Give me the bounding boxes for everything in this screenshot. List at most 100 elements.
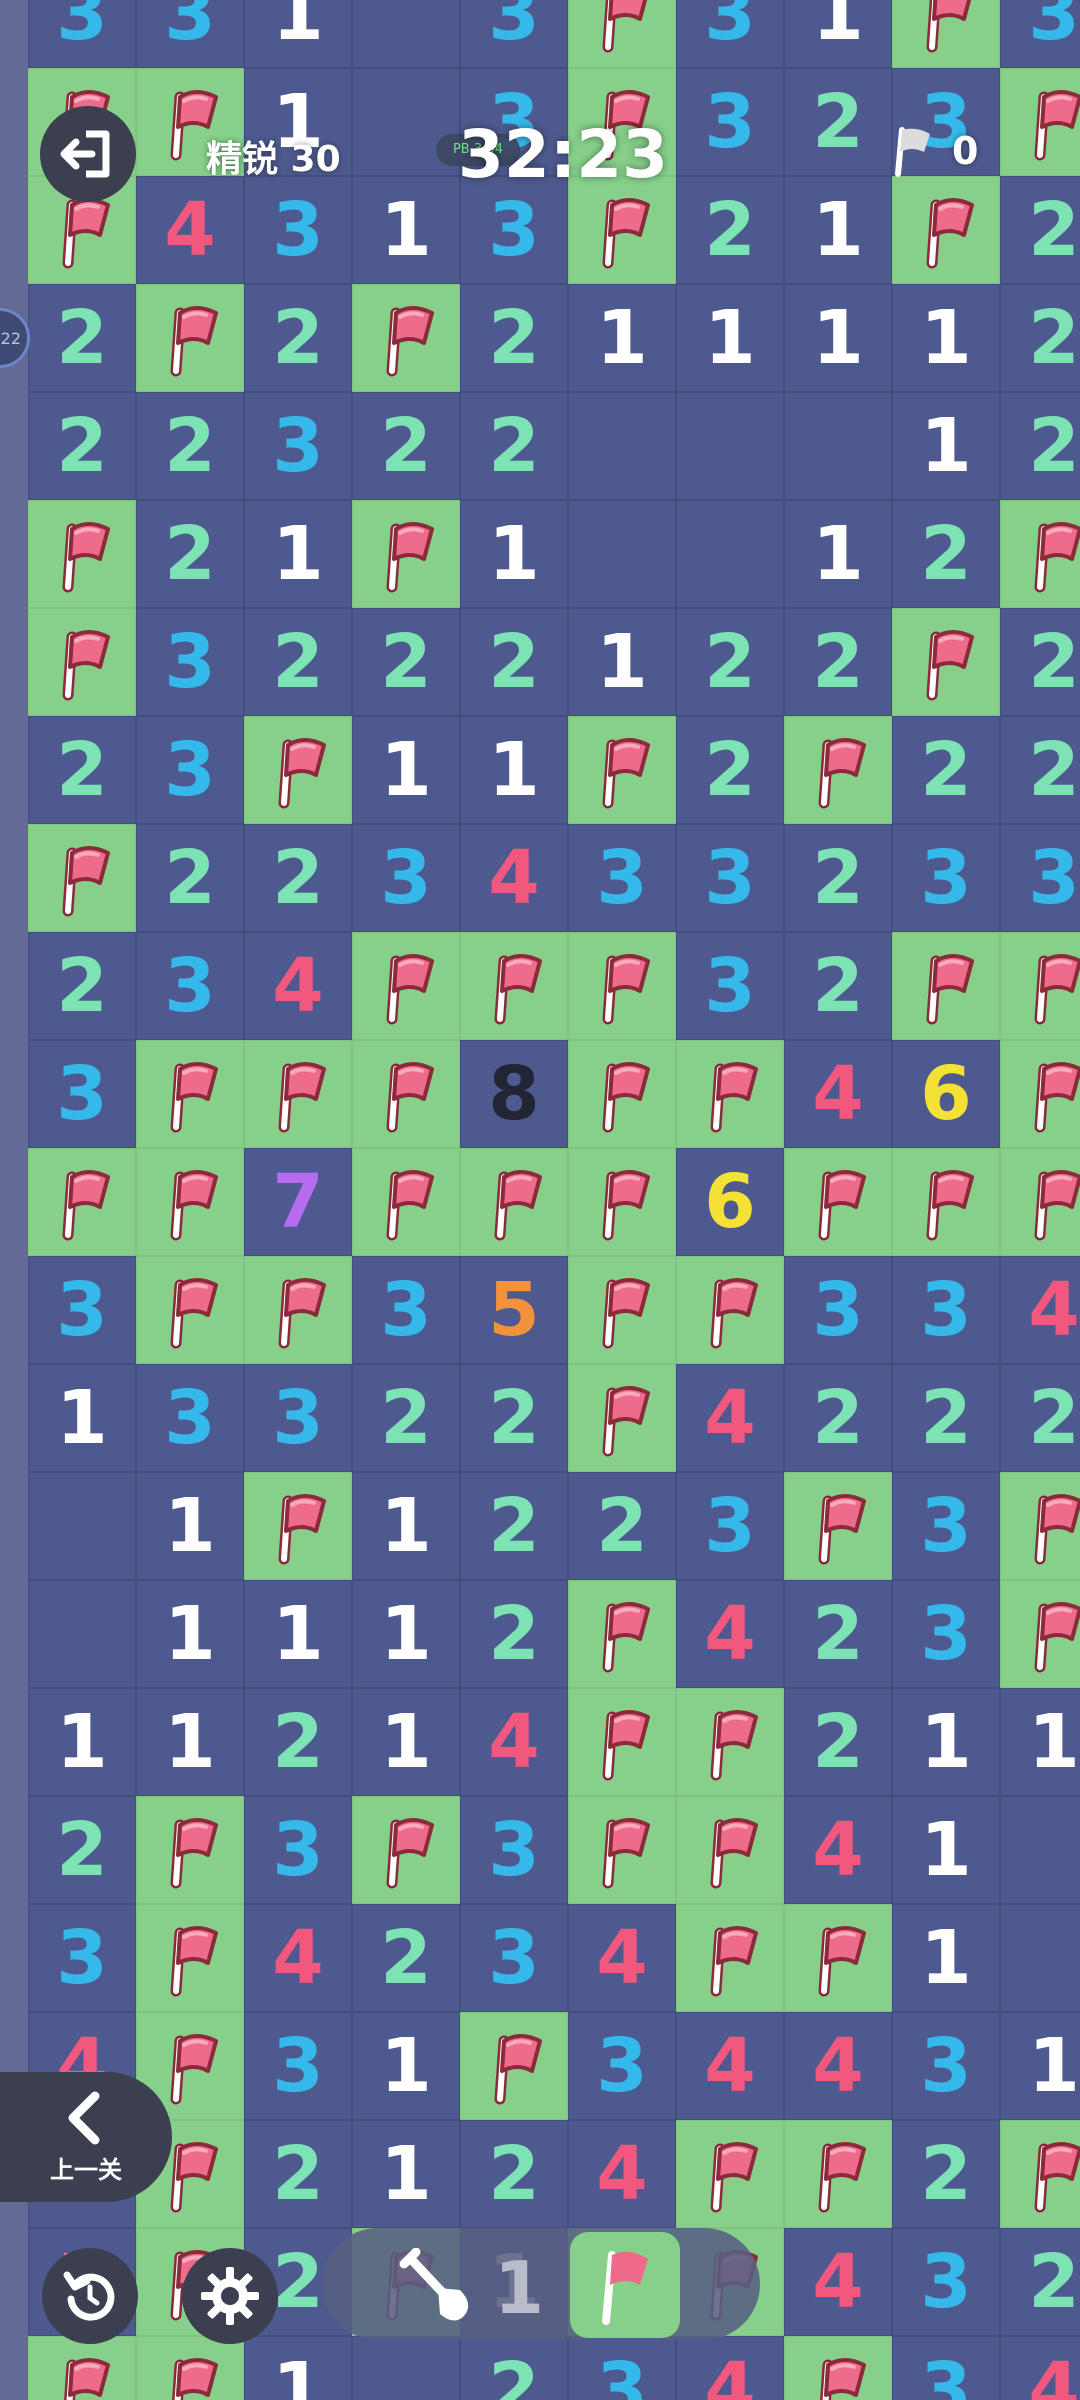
empty-cell[interactable] xyxy=(352,2336,460,2400)
flagged-cell[interactable] xyxy=(784,716,892,824)
flagged-cell[interactable] xyxy=(460,2012,568,2120)
prev-level-button[interactable]: 上一关 xyxy=(0,2072,172,2202)
flagged-cell[interactable] xyxy=(676,1256,784,1364)
flagged-cell[interactable] xyxy=(28,608,136,716)
number-cell[interactable]: 2 xyxy=(1000,2228,1080,2336)
flagged-cell[interactable] xyxy=(1000,1472,1080,1580)
number-cell[interactable]: 1 xyxy=(136,1580,244,1688)
number-cell[interactable]: 3 xyxy=(568,824,676,932)
number-cell[interactable]: 4 xyxy=(784,1040,892,1148)
number-cell[interactable]: 3 xyxy=(892,2228,1000,2336)
number-cell[interactable]: 1 xyxy=(784,284,892,392)
number-cell[interactable]: 2 xyxy=(28,932,136,1040)
number-cell[interactable]: 2 xyxy=(244,284,352,392)
number-cell[interactable]: 4 xyxy=(676,1364,784,1472)
number-cell[interactable]: 3 xyxy=(244,392,352,500)
number-cell[interactable]: 3 xyxy=(892,2012,1000,2120)
number-cell[interactable]: 2 xyxy=(1000,176,1080,284)
flagged-cell[interactable] xyxy=(676,2120,784,2228)
flagged-cell[interactable] xyxy=(352,1040,460,1148)
flagged-cell[interactable] xyxy=(568,1796,676,1904)
number-cell[interactable]: 2 xyxy=(352,1364,460,1472)
number-cell[interactable]: 2 xyxy=(1000,716,1080,824)
empty-cell[interactable] xyxy=(28,1472,136,1580)
number-cell[interactable]: 2 xyxy=(892,2120,1000,2228)
number-cell[interactable]: 2 xyxy=(892,716,1000,824)
flagged-cell[interactable] xyxy=(784,2336,892,2400)
flagged-cell[interactable] xyxy=(676,1796,784,1904)
number-cell[interactable]: 2 xyxy=(460,1364,568,1472)
flagged-cell[interactable] xyxy=(136,284,244,392)
number-cell[interactable]: 3 xyxy=(784,1256,892,1364)
number-cell[interactable]: 2 xyxy=(460,1472,568,1580)
number-cell[interactable]: 2 xyxy=(352,1904,460,2012)
flagged-cell[interactable] xyxy=(352,500,460,608)
number-cell[interactable]: 1 xyxy=(784,0,892,68)
number-cell[interactable]: 3 xyxy=(136,932,244,1040)
number-cell[interactable]: 2 xyxy=(460,608,568,716)
flagged-cell[interactable] xyxy=(892,608,1000,716)
flagged-cell[interactable] xyxy=(244,716,352,824)
number-cell[interactable]: 1 xyxy=(676,284,784,392)
number-cell[interactable]: 3 xyxy=(28,1040,136,1148)
number-cell[interactable]: 2 xyxy=(784,932,892,1040)
number-cell[interactable]: 2 xyxy=(784,1688,892,1796)
flagged-cell[interactable] xyxy=(784,1148,892,1256)
number-cell[interactable]: 2 xyxy=(676,608,784,716)
number-cell[interactable]: 3 xyxy=(136,0,244,68)
number-cell[interactable]: 2 xyxy=(244,1688,352,1796)
number-cell[interactable]: 4 xyxy=(460,1688,568,1796)
number-cell[interactable]: 1 xyxy=(892,392,1000,500)
number-cell[interactable]: 2 xyxy=(460,2120,568,2228)
number-cell[interactable]: 2 xyxy=(784,824,892,932)
number-cell[interactable]: 1 xyxy=(28,1364,136,1472)
number-cell[interactable]: 2 xyxy=(244,608,352,716)
empty-cell[interactable] xyxy=(28,1580,136,1688)
number-cell[interactable]: 1 xyxy=(1000,2012,1080,2120)
number-cell[interactable]: 4 xyxy=(784,2012,892,2120)
flagged-cell[interactable] xyxy=(568,1040,676,1148)
number-cell[interactable]: 1 xyxy=(352,2120,460,2228)
flagged-cell[interactable] xyxy=(568,716,676,824)
number-cell[interactable]: 1 xyxy=(568,284,676,392)
number-cell[interactable]: 2 xyxy=(568,1472,676,1580)
flagged-cell[interactable] xyxy=(460,932,568,1040)
number-cell[interactable]: 1 xyxy=(352,2012,460,2120)
number-cell[interactable]: 1 xyxy=(244,1580,352,1688)
number-cell[interactable]: 2 xyxy=(244,2120,352,2228)
number-cell[interactable]: 2 xyxy=(1000,284,1080,392)
number-cell[interactable]: 2 xyxy=(136,392,244,500)
flagged-cell[interactable] xyxy=(352,1796,460,1904)
flagged-cell[interactable] xyxy=(136,1256,244,1364)
number-cell[interactable]: 2 xyxy=(676,716,784,824)
flagged-cell[interactable] xyxy=(352,932,460,1040)
empty-cell[interactable] xyxy=(1000,1796,1080,1904)
flagged-cell[interactable] xyxy=(676,1688,784,1796)
empty-cell[interactable] xyxy=(352,0,460,68)
flagged-cell[interactable] xyxy=(784,1904,892,2012)
flagged-cell[interactable] xyxy=(568,932,676,1040)
number-cell[interactable]: 2 xyxy=(28,716,136,824)
flagged-cell[interactable] xyxy=(244,1256,352,1364)
number-cell[interactable]: 4 xyxy=(244,932,352,1040)
number-cell[interactable]: 7 xyxy=(244,1148,352,1256)
flagged-cell[interactable] xyxy=(1000,500,1080,608)
number-cell[interactable]: 6 xyxy=(892,1040,1000,1148)
number-cell[interactable]: 1 xyxy=(136,1688,244,1796)
number-cell[interactable]: 1 xyxy=(352,176,460,284)
number-cell[interactable]: 2 xyxy=(784,1580,892,1688)
number-cell[interactable]: 4 xyxy=(460,824,568,932)
number-cell[interactable]: 4 xyxy=(244,1904,352,2012)
number-cell[interactable]: 4 xyxy=(676,1580,784,1688)
number-cell[interactable]: 2 xyxy=(892,500,1000,608)
number-cell[interactable]: 2 xyxy=(352,392,460,500)
flagged-cell[interactable] xyxy=(1000,2120,1080,2228)
number-cell[interactable]: 3 xyxy=(892,2336,1000,2400)
number-cell[interactable]: 3 xyxy=(244,176,352,284)
number-cell[interactable]: 1 xyxy=(352,1580,460,1688)
number-cell[interactable]: 3 xyxy=(568,2336,676,2400)
number-cell[interactable]: 4 xyxy=(676,2012,784,2120)
number-cell[interactable]: 2 xyxy=(28,284,136,392)
flagged-cell[interactable] xyxy=(136,1904,244,2012)
number-cell[interactable]: 3 xyxy=(568,2012,676,2120)
